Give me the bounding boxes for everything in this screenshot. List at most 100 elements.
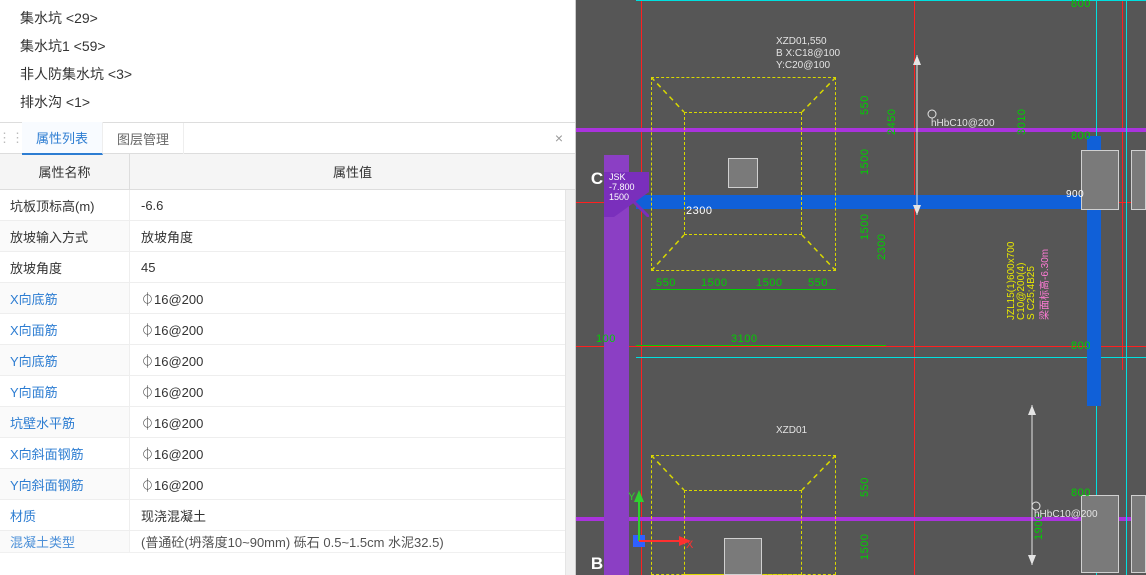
dim-2450v: 2450 bbox=[886, 109, 898, 135]
property-value[interactable]: -6.6 bbox=[130, 190, 565, 220]
cad-viewport[interactable]: 550 1500 1500 550 550 1500 1500 2300 245… bbox=[576, 0, 1146, 575]
property-row[interactable]: Y向斜面钢筋⏀16@200 bbox=[0, 469, 565, 500]
property-name: 坑板顶标高(m) bbox=[0, 190, 130, 220]
property-value[interactable]: 45 bbox=[130, 252, 565, 282]
property-value[interactable]: ⏀16@200 bbox=[130, 469, 565, 499]
dim-900: 900 bbox=[1066, 189, 1084, 200]
dim-800: 800 bbox=[1071, 130, 1091, 142]
axis-magenta-v bbox=[604, 155, 629, 575]
dim-1500: 1500 bbox=[756, 277, 782, 289]
dim-2300: 2300 bbox=[686, 205, 712, 217]
jsk-label: JSK -7.800 1500 bbox=[609, 173, 635, 203]
tabs-row: ⋮⋮ 属性列表 图层管理 × bbox=[0, 122, 575, 154]
property-row[interactable]: 坑壁水平筋⏀16@200 bbox=[0, 407, 565, 438]
tree-item[interactable]: 排水沟 <1> bbox=[20, 88, 567, 116]
tree-item[interactable]: 集水坑 <29> bbox=[20, 4, 567, 32]
dim-2300v: 2300 bbox=[876, 234, 888, 260]
anno-hbc1: hHbC10@200 bbox=[931, 118, 995, 130]
property-name: 坑壁水平筋 bbox=[0, 407, 130, 437]
property-value[interactable]: ⏀16@200 bbox=[130, 438, 565, 468]
property-name: 放坡输入方式 bbox=[0, 221, 130, 251]
left-panel: 集水坑 <29> 集水坑1 <59> 非人防集水坑 <3> 排水沟 <1> ⋮⋮… bbox=[0, 0, 576, 575]
dim-550v: 550 bbox=[859, 95, 871, 115]
property-row[interactable]: 混凝土类型(普通砼(坍落度10~90mm) 砾石 0.5~1.5cm 水泥32.… bbox=[0, 531, 565, 553]
property-row[interactable]: X向底筋⏀16@200 bbox=[0, 283, 565, 314]
column bbox=[1081, 495, 1119, 573]
dim-3100: 3100 bbox=[731, 333, 757, 345]
dim-800: 800 bbox=[1071, 340, 1091, 352]
dim-line bbox=[651, 289, 836, 290]
property-name: 混凝土类型 bbox=[0, 531, 130, 552]
anno-jzl-level: 梁面标高-6.30m bbox=[1036, 249, 1051, 320]
close-icon[interactable]: × bbox=[543, 130, 575, 146]
property-value[interactable]: ⏀16@200 bbox=[130, 376, 565, 406]
property-name: X向底筋 bbox=[0, 283, 130, 313]
property-row[interactable]: X向面筋⏀16@200 bbox=[0, 314, 565, 345]
anno-xzd: XZD01,550 B X:C18@100 Y:C20@100 bbox=[776, 36, 840, 72]
tab-layer-manager[interactable]: 图层管理 bbox=[103, 123, 184, 154]
property-rows[interactable]: 坑板顶标高(m)-6.6放坡输入方式放坡角度放坡角度45X向底筋⏀16@200X… bbox=[0, 190, 565, 575]
scrollbar[interactable] bbox=[565, 190, 575, 575]
dim-550: 550 bbox=[808, 277, 828, 289]
grid-label-b: B bbox=[586, 553, 608, 575]
property-table-header: 属性名称 属性值 bbox=[0, 154, 575, 190]
property-row[interactable]: Y向面筋⏀16@200 bbox=[0, 376, 565, 407]
header-value: 属性值 bbox=[130, 154, 575, 189]
header-name: 属性名称 bbox=[0, 154, 130, 189]
grid-label-c: C bbox=[586, 168, 608, 190]
dim-small: 100 bbox=[596, 333, 616, 345]
tab-attribute-list[interactable]: 属性列表 bbox=[22, 122, 103, 155]
property-value[interactable]: 现浇混凝土 bbox=[130, 500, 565, 530]
column bbox=[724, 538, 762, 575]
dim-line-3100 bbox=[636, 345, 886, 346]
dim-1500v: 1500 bbox=[859, 149, 871, 175]
svg-text:X: X bbox=[686, 539, 694, 551]
drag-handle-icon[interactable]: ⋮⋮ bbox=[0, 123, 22, 153]
component-tree: 集水坑 <29> 集水坑1 <59> 非人防集水坑 <3> 排水沟 <1> bbox=[0, 0, 575, 122]
gridline-vertical bbox=[1122, 0, 1123, 370]
dim-arrow-icon bbox=[911, 55, 923, 215]
property-row[interactable]: Y向底筋⏀16@200 bbox=[0, 345, 565, 376]
property-row[interactable]: 放坡角度45 bbox=[0, 252, 565, 283]
dim-3010v: 3010 bbox=[1016, 109, 1028, 135]
dim-800: 800 bbox=[1071, 0, 1091, 10]
property-row[interactable]: 放坡输入方式放坡角度 bbox=[0, 221, 565, 252]
column bbox=[1131, 495, 1146, 573]
property-name: Y向斜面钢筋 bbox=[0, 469, 130, 499]
property-name: 材质 bbox=[0, 500, 130, 530]
leader-dot-icon bbox=[1030, 500, 1042, 512]
dim-800: 800 bbox=[1071, 487, 1091, 499]
property-name: Y向底筋 bbox=[0, 345, 130, 375]
cyan-line bbox=[636, 357, 1146, 358]
column bbox=[1081, 150, 1119, 210]
property-name: 放坡角度 bbox=[0, 252, 130, 282]
gridline-vertical bbox=[641, 0, 642, 575]
property-name: Y向面筋 bbox=[0, 376, 130, 406]
property-value[interactable]: ⏀16@200 bbox=[130, 314, 565, 344]
leader-dot-icon bbox=[926, 108, 938, 120]
svg-text:Y: Y bbox=[628, 491, 636, 503]
property-row[interactable]: 材质现浇混凝土 bbox=[0, 500, 565, 531]
tree-item[interactable]: 集水坑1 <59> bbox=[20, 32, 567, 60]
column bbox=[1131, 150, 1146, 210]
dim-arrow-icon bbox=[1026, 405, 1038, 565]
tree-item[interactable]: 非人防集水坑 <3> bbox=[20, 60, 567, 88]
property-value[interactable]: ⏀16@200 bbox=[130, 283, 565, 313]
property-value[interactable]: (普通砼(坍落度10~90mm) 砾石 0.5~1.5cm 水泥32.5) bbox=[130, 531, 565, 552]
dim-550: 550 bbox=[656, 277, 676, 289]
property-value[interactable]: ⏀16@200 bbox=[130, 407, 565, 437]
dim-550v-low: 550 bbox=[859, 477, 871, 497]
property-row[interactable]: 坑板顶标高(m)-6.6 bbox=[0, 190, 565, 221]
xyz-axis-gizmo[interactable]: X Y bbox=[628, 490, 708, 563]
dim-1500v-low: 1500 bbox=[859, 534, 871, 560]
gridline-horizontal bbox=[576, 346, 1146, 347]
property-value[interactable]: ⏀16@200 bbox=[130, 345, 565, 375]
property-row[interactable]: X向斜面钢筋⏀16@200 bbox=[0, 438, 565, 469]
dim-1500: 1500 bbox=[701, 277, 727, 289]
property-name: X向斜面钢筋 bbox=[0, 438, 130, 468]
property-value[interactable]: 放坡角度 bbox=[130, 221, 565, 251]
anno-xzd-lower: XZD01 bbox=[776, 425, 807, 437]
dim-1500v: 1500 bbox=[859, 214, 871, 240]
anno-hbc2: hHbC10@200 bbox=[1034, 509, 1098, 521]
column bbox=[728, 158, 758, 188]
